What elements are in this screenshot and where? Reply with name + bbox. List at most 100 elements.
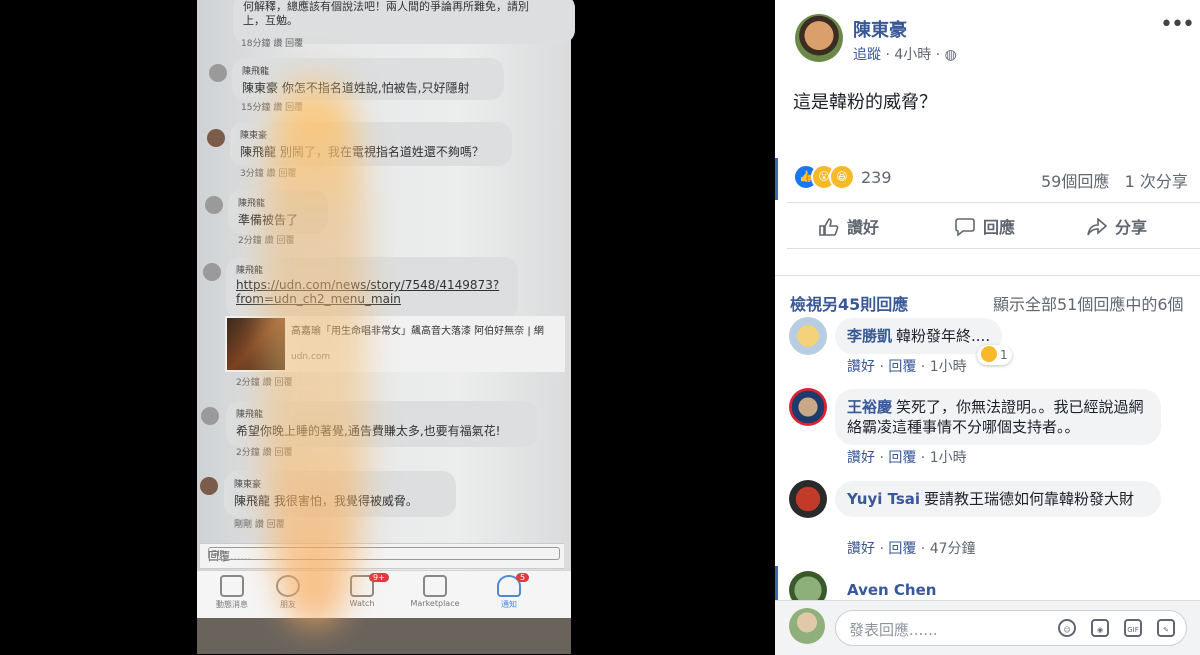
comments-count[interactable]: 59個回應 [1041, 172, 1109, 191]
commenter-avatar[interactable] [789, 388, 827, 426]
facebook-post-panel: 陳東豪 追蹤 · 4小時 · ◍ ••• 這是韓粉的威脅？ 👍 😮 😆 239 … [775, 0, 1200, 655]
phone-comment-meta: 2分鐘 讚 回覆 [236, 448, 293, 458]
gif-icon[interactable]: GIF [1124, 619, 1142, 637]
poster-avatar[interactable] [795, 14, 843, 62]
link-domain: udn.com [291, 352, 331, 362]
post-subline: 追蹤 · 4小時 · ◍ [853, 47, 957, 63]
comment-like-link[interactable]: 讚好 [847, 450, 875, 466]
comment-bubble: 李勝凱 韓粉發年終.... [835, 318, 1003, 354]
view-more-link[interactable]: 檢視另45則回應 [790, 295, 908, 314]
phone-comment-meta: 剛剛 讚 回覆 [234, 520, 285, 530]
news-feed-icon [220, 575, 244, 597]
poster-name[interactable]: 陳東豪 [853, 16, 907, 42]
post-time[interactable]: 4小時 [894, 47, 931, 63]
comments-shown-count: 顯示全部51個回應中的6個 [993, 295, 1184, 314]
phone-comment-text: 陳飛龍 我很害怕，我覺得被威脅。 [234, 494, 418, 508]
phone-comment-meta: 15分鐘 讚 回覆 [241, 103, 304, 113]
phone-comment-meta: 18分鐘 讚 回覆 [241, 39, 304, 49]
like-label: 讚好 [847, 218, 880, 237]
link-title: 高嘉瑜「用生命唱非常女」飆高音大落漆 阿伯好無奈 | 網 [291, 326, 544, 337]
sticker-icon[interactable]: ✎ [1157, 619, 1175, 637]
phone-comment-bubble: 陳飛龍 準備被告了 [228, 190, 328, 234]
marketplace-icon [423, 575, 447, 597]
gif-icon[interactable]: GIF [208, 547, 560, 560]
comment-input-placeholder: 發表回應...... [849, 621, 938, 639]
comment-like-link[interactable]: 讚好 [847, 359, 875, 375]
comment-time[interactable]: 1小時 [930, 359, 967, 375]
watch-badge: 9+ [369, 573, 389, 582]
comment-meta: 讚好 · 回覆 · 47分鐘 [847, 541, 976, 557]
phone-comment-author: 陳飛龍 [236, 266, 264, 276]
comment-reply-link[interactable]: 回覆 [888, 541, 916, 557]
comment-like-link[interactable]: 讚好 [847, 541, 875, 557]
avatar [203, 263, 221, 281]
tab-label: 朋友 [280, 600, 296, 609]
comment-button[interactable]: 回應 [955, 214, 1015, 238]
divider [787, 248, 1200, 249]
follow-link[interactable]: 追蹤 [853, 47, 881, 63]
phone-comment-author: 陳飛龍 [242, 67, 270, 77]
comment-bubble: 王裕慶 笑死了，你無法證明。。我已經說過網絡霸凌這種事情不分哪個支持者。。 [835, 389, 1161, 445]
reaction-icons[interactable]: 👍 😮 😆 [793, 164, 863, 190]
comment-reply-link[interactable]: 回覆 [888, 359, 916, 375]
tab-label: 動態消息 [216, 600, 248, 609]
share-button[interactable]: 分享 [1087, 214, 1147, 238]
phone-comment-meta: 3分鐘 讚 回覆 [240, 169, 297, 179]
comment-time[interactable]: 1小時 [930, 450, 967, 466]
desk-surface [197, 618, 571, 654]
like-button[interactable]: 讚好 [819, 214, 879, 238]
comment-reaction-count: 1 [1000, 348, 1008, 362]
phone-reply-input[interactable]: 回覆...... GIF [200, 543, 564, 569]
phone-comment-meta: 2分鐘 讚 回覆 [236, 378, 293, 388]
globe-icon: ◍ [944, 47, 957, 63]
phone-comment-text: 希望你晚上睡的著覺,通告費賺太多,也要有福氣花! [236, 424, 501, 438]
phone-comment-meta: 2分鐘 讚 回覆 [238, 236, 295, 246]
avatar [205, 196, 223, 214]
tab-friends[interactable]: 朋友 [253, 575, 323, 610]
phone-comment-link[interactable]: https://udn.com/news/story/7548/4149873?… [236, 278, 508, 306]
phone-comment-bubble: 陳東豪 陳飛龍 別鬧了，我在電視指名道姓還不夠嗎？ [230, 122, 512, 166]
comment-text: 要請教王瑞德如何靠韓粉發大財 [924, 490, 1135, 508]
commenter-name[interactable]: Aven Chen [847, 581, 936, 599]
post-stats: 59個回應 1 次分享 [1041, 168, 1188, 192]
tab-marketplace[interactable]: Marketplace [400, 575, 470, 608]
more-options-icon[interactable]: ••• [1160, 12, 1195, 37]
commenter-name[interactable]: 王裕慶 [847, 398, 892, 416]
accent-bar [775, 158, 778, 200]
comment-text: 韓粉發年終.... [896, 327, 991, 345]
commenter-name[interactable]: 李勝凱 [847, 327, 892, 345]
divider [775, 275, 1200, 276]
photo-area: 何解釋，總應該有個說法吧！兩人間的爭論再所難免，請別 上，互勉。 18分鐘 讚 … [0, 0, 775, 654]
tab-notifications[interactable]: 通知 5 [474, 573, 544, 610]
view-more-comments[interactable]: 檢視另45則回應 [790, 291, 908, 315]
comment-time[interactable]: 47分鐘 [930, 541, 976, 557]
thumbs-up-icon [819, 218, 839, 236]
link-thumbnail [227, 318, 285, 370]
phone-comment-author: 陳東豪 [240, 131, 268, 141]
camera-icon[interactable]: ◉ [1091, 619, 1109, 637]
comment-input[interactable]: 發表回應...... ☺ ◉ GIF ✎ [835, 610, 1187, 646]
phone-comment-text: 陳飛龍 別鬧了，我在電視指名道姓還不夠嗎？ [240, 145, 484, 159]
avatar [207, 129, 225, 147]
phone-comment-text: 準備被告了 [238, 213, 299, 227]
shares-count[interactable]: 1 次分享 [1125, 172, 1188, 191]
tab-watch[interactable]: Watch 9+ [327, 573, 397, 608]
share-label: 分享 [1115, 218, 1148, 237]
comment-bubble: Yuyi Tsai 要請教王瑞德如何靠韓粉發大財 [835, 481, 1161, 517]
phone-comment-bubble: 陳東豪 陳飛龍 我很害怕，我覺得被威脅。 [224, 471, 456, 517]
friends-icon [276, 575, 300, 597]
tab-label: Watch [349, 599, 375, 608]
reaction-count[interactable]: 239 [861, 168, 892, 187]
haha-reaction-icon [981, 346, 997, 362]
accent-bar [775, 566, 778, 600]
divider [787, 202, 1200, 203]
current-user-avatar [789, 608, 825, 644]
commenter-avatar[interactable] [789, 480, 827, 518]
commenter-name[interactable]: Yuyi Tsai [847, 490, 920, 508]
comment-reaction-badge[interactable]: 1 [977, 345, 1012, 365]
link-preview-card[interactable]: 高嘉瑜「用生命唱非常女」飆高音大落漆 阿伯好無奈 | 網 udn.com [225, 316, 565, 372]
emoji-icon[interactable]: ☺ [1058, 619, 1076, 637]
commenter-avatar[interactable] [789, 317, 827, 355]
comment-meta: 讚好 · 回覆 · 1小時 [847, 359, 967, 375]
comment-reply-link[interactable]: 回覆 [888, 450, 916, 466]
